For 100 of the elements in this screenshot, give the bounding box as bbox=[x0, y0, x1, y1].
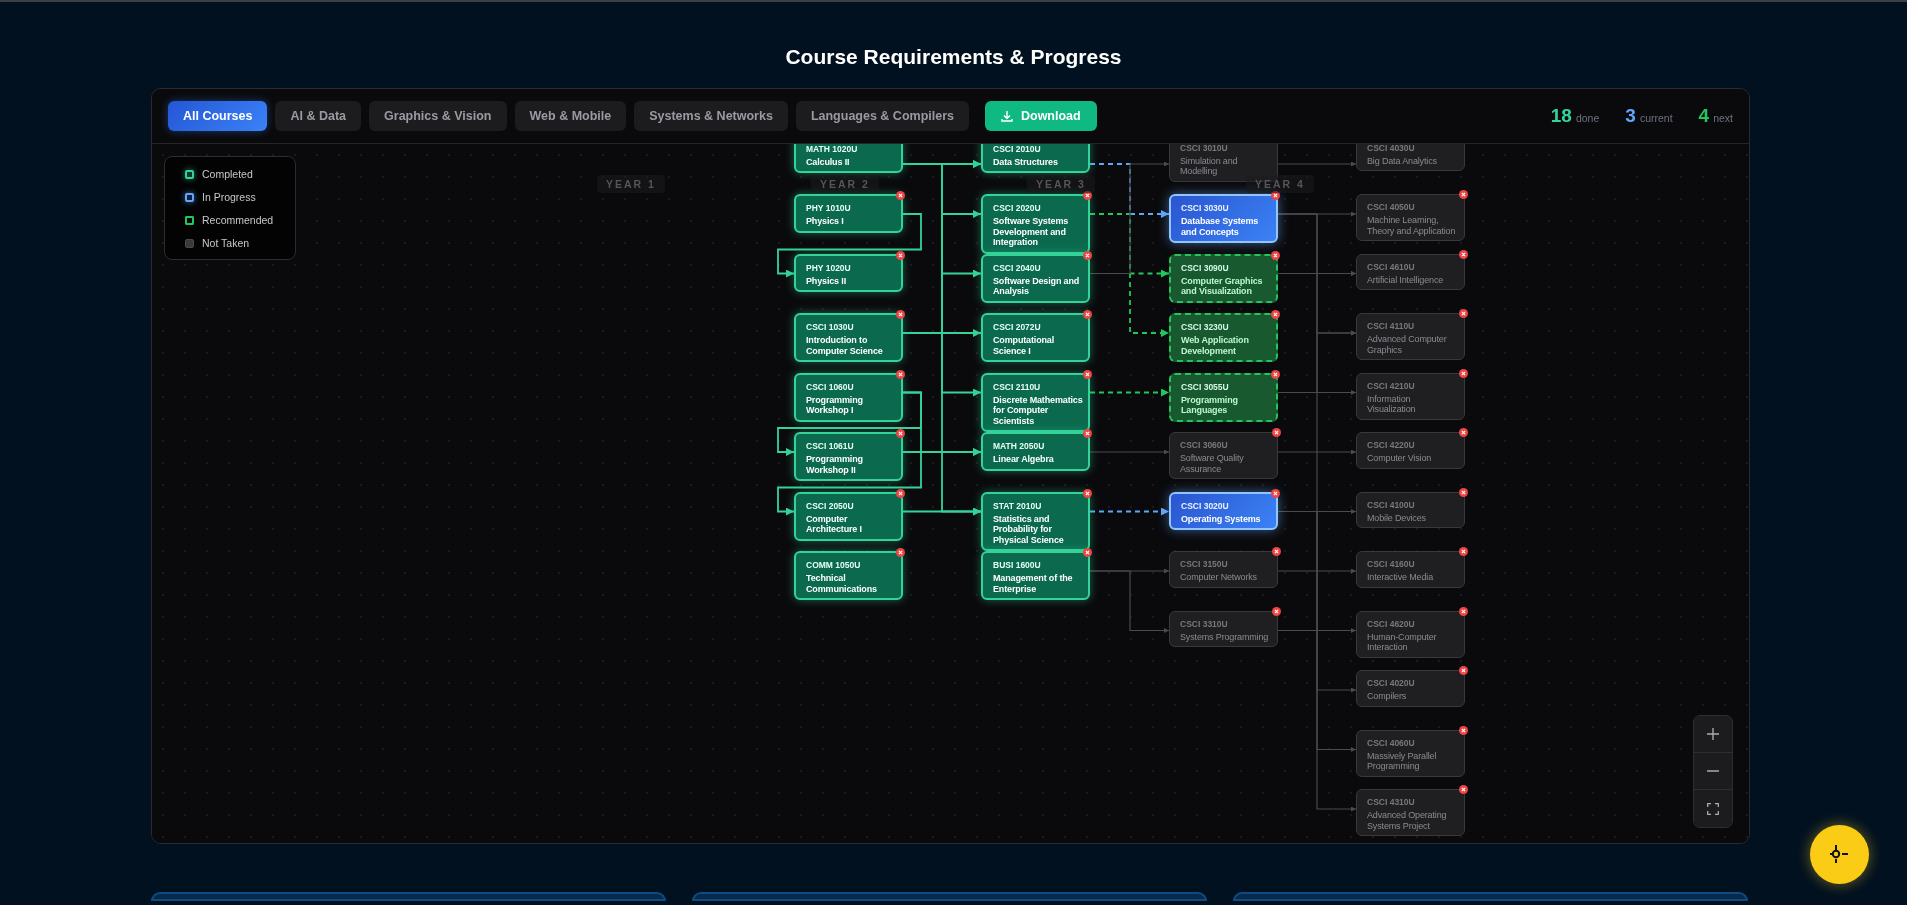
course-node[interactable]: CSCI 1030U Introduction to Computer Science bbox=[794, 313, 903, 362]
remove-icon[interactable] bbox=[1272, 428, 1281, 437]
plus-icon bbox=[1707, 728, 1719, 740]
remove-icon[interactable] bbox=[1083, 250, 1092, 260]
course-node[interactable]: CSCI 4100U Mobile Devices bbox=[1356, 491, 1465, 528]
course-code: CSCI 4620U bbox=[1367, 618, 1416, 630]
course-node[interactable]: MATH 2050U Linear Algebra bbox=[981, 432, 1090, 471]
remove-icon[interactable] bbox=[1083, 429, 1092, 438]
remove-icon[interactable] bbox=[1272, 547, 1281, 556]
remove-icon[interactable] bbox=[896, 488, 905, 498]
course-code: CSCI 3010U bbox=[1180, 144, 1229, 154]
remove-icon[interactable] bbox=[1083, 191, 1092, 200]
course-node[interactable]: MATH 1020U Calculus II bbox=[794, 144, 903, 173]
filter-tab[interactable]: Languages & Compilers bbox=[795, 101, 969, 131]
course-code: CSCI 3090U bbox=[1181, 262, 1230, 274]
course-node[interactable]: CSCI 2110U Discrete Mathematics for Computer Scientists bbox=[981, 372, 1090, 432]
remove-icon[interactable] bbox=[1083, 310, 1092, 319]
remove-icon[interactable] bbox=[1272, 606, 1281, 616]
course-node[interactable]: CSCI 2020U Software Systems Development and Integration bbox=[981, 194, 1090, 254]
course-code: PHY 1010U bbox=[806, 203, 852, 214]
course-code: CSCI 3230U bbox=[1181, 322, 1230, 333]
remove-icon[interactable] bbox=[896, 310, 905, 319]
course-node[interactable]: CSCI 3020U Operating Systems bbox=[1169, 491, 1278, 530]
remove-icon[interactable] bbox=[1271, 369, 1280, 379]
course-code: CSCI 3060U bbox=[1180, 440, 1229, 451]
remove-icon[interactable] bbox=[1083, 548, 1092, 557]
fullscreen-icon bbox=[1707, 802, 1719, 815]
course-node[interactable]: CSCI 2040U Software Design and Analysis bbox=[981, 253, 1090, 303]
course-name: Artificial Intelligence bbox=[1367, 274, 1445, 285]
remove-icon[interactable] bbox=[1083, 488, 1092, 498]
course-code: CSCI 4310U bbox=[1367, 797, 1416, 808]
course-node[interactable]: CSCI 3030U Database Systems and Concepts bbox=[1169, 194, 1278, 243]
course-code: CSCI 4100U bbox=[1367, 499, 1416, 511]
remove-icon[interactable] bbox=[896, 369, 905, 379]
remove-icon[interactable] bbox=[1083, 369, 1092, 379]
course-node[interactable]: COMM 1050U Technical Communications bbox=[794, 551, 903, 600]
course-name: Systems Programming bbox=[1180, 631, 1270, 642]
remove-icon[interactable] bbox=[1459, 368, 1468, 378]
course-name: Programming Languages bbox=[1181, 394, 1239, 416]
course-node[interactable]: CSCI 1060U Programming Workshop I bbox=[794, 372, 903, 422]
course-name: Data Structures bbox=[993, 156, 1059, 167]
remove-icon[interactable] bbox=[1271, 488, 1280, 498]
minus-icon bbox=[1707, 770, 1719, 772]
course-node[interactable]: CSCI 4030U Big Data Analytics bbox=[1356, 144, 1465, 171]
course-name: Software Design and Analysis bbox=[993, 275, 1081, 297]
course-node[interactable]: CSCI 2050U Computer Architecture I bbox=[794, 491, 903, 541]
course-node[interactable]: PHY 1020U Physics II bbox=[794, 253, 903, 292]
course-node[interactable]: BUSI 1600U Management of the Enterprise bbox=[981, 551, 1090, 600]
remove-icon[interactable] bbox=[896, 250, 905, 260]
course-node[interactable]: STAT 2010U Statistics and Probability for Physical Science bbox=[981, 491, 1090, 551]
remove-icon[interactable] bbox=[1459, 309, 1468, 318]
remove-icon[interactable] bbox=[1459, 428, 1468, 437]
course-name: Linear Algebra bbox=[993, 454, 1055, 465]
course-name: Discrete Mathematics for Computer Scientists bbox=[993, 394, 1084, 426]
filter-tab[interactable]: Systems & Networks bbox=[634, 101, 788, 131]
course-node[interactable]: CSCI 2010U Data Structures bbox=[981, 144, 1090, 173]
remove-icon[interactable] bbox=[1459, 190, 1468, 199]
legend-swatch-icon bbox=[185, 193, 194, 202]
filter-tab[interactable]: All Courses bbox=[168, 101, 268, 131]
course-name: Information Visualization bbox=[1367, 393, 1417, 415]
course-code: CSCI 4050U bbox=[1367, 202, 1416, 213]
year-label: YEAR 4 bbox=[1246, 175, 1314, 193]
course-node[interactable]: CSCI 3055U Programming Languages bbox=[1169, 372, 1278, 422]
course-code: CSCI 4030U bbox=[1367, 144, 1416, 154]
remove-icon[interactable] bbox=[1459, 487, 1468, 497]
remove-icon[interactable] bbox=[1271, 250, 1280, 260]
legend-swatch-icon bbox=[185, 239, 194, 248]
legend-label: Recommended bbox=[202, 215, 274, 226]
course-node[interactable]: CSCI 3090U Computer Graphics and Visualization bbox=[1169, 253, 1278, 303]
course-node[interactable]: PHY 1010U Physics I bbox=[794, 194, 903, 233]
remove-icon[interactable] bbox=[1459, 606, 1468, 616]
course-node[interactable]: CSCI 4060U Massively Parallel Programming bbox=[1356, 729, 1465, 777]
course-node[interactable]: CSCI 3230U Web Application Development bbox=[1169, 313, 1278, 362]
course-node[interactable]: CSCI 4620U Human-Computer Interaction bbox=[1356, 610, 1465, 658]
filter-tab[interactable]: Web & Mobile bbox=[514, 101, 627, 131]
remove-icon[interactable] bbox=[1459, 666, 1468, 675]
remove-icon[interactable] bbox=[896, 191, 905, 200]
legend-label: Completed bbox=[202, 169, 253, 180]
remove-icon[interactable] bbox=[896, 429, 905, 438]
remove-icon[interactable] bbox=[1271, 310, 1280, 319]
remove-icon[interactable] bbox=[1459, 785, 1468, 794]
remove-icon[interactable] bbox=[1459, 547, 1468, 556]
course-node[interactable]: CSCI 2072U Computational Science I bbox=[981, 313, 1090, 362]
course-node[interactable]: CSCI 3310U Systems Programming bbox=[1169, 610, 1278, 647]
course-name: Mobile Devices bbox=[1367, 512, 1427, 523]
year-label: YEAR 1 bbox=[597, 175, 665, 193]
course-node[interactable]: CSCI 4210U Information Visualization bbox=[1356, 372, 1465, 420]
remove-icon[interactable] bbox=[1459, 249, 1468, 259]
course-name: Programming Workshop II bbox=[806, 454, 864, 475]
course-code: CSCI 4610U bbox=[1367, 261, 1416, 273]
locate-button[interactable] bbox=[1810, 825, 1869, 884]
remove-icon[interactable] bbox=[1271, 191, 1280, 200]
filter-tab[interactable]: Graphics & Vision bbox=[369, 101, 507, 131]
course-code: CSCI 4020U bbox=[1367, 678, 1416, 689]
filter-tab[interactable]: AI & Data bbox=[275, 101, 362, 131]
course-code: BUSI 1600U bbox=[993, 560, 1042, 571]
course-node[interactable]: CSCI 4610U Artificial Intelligence bbox=[1356, 253, 1465, 290]
remove-icon[interactable] bbox=[1459, 725, 1468, 735]
course-node[interactable]: CSCI 1061U Programming Workshop II bbox=[794, 432, 903, 481]
remove-icon[interactable] bbox=[896, 548, 905, 557]
